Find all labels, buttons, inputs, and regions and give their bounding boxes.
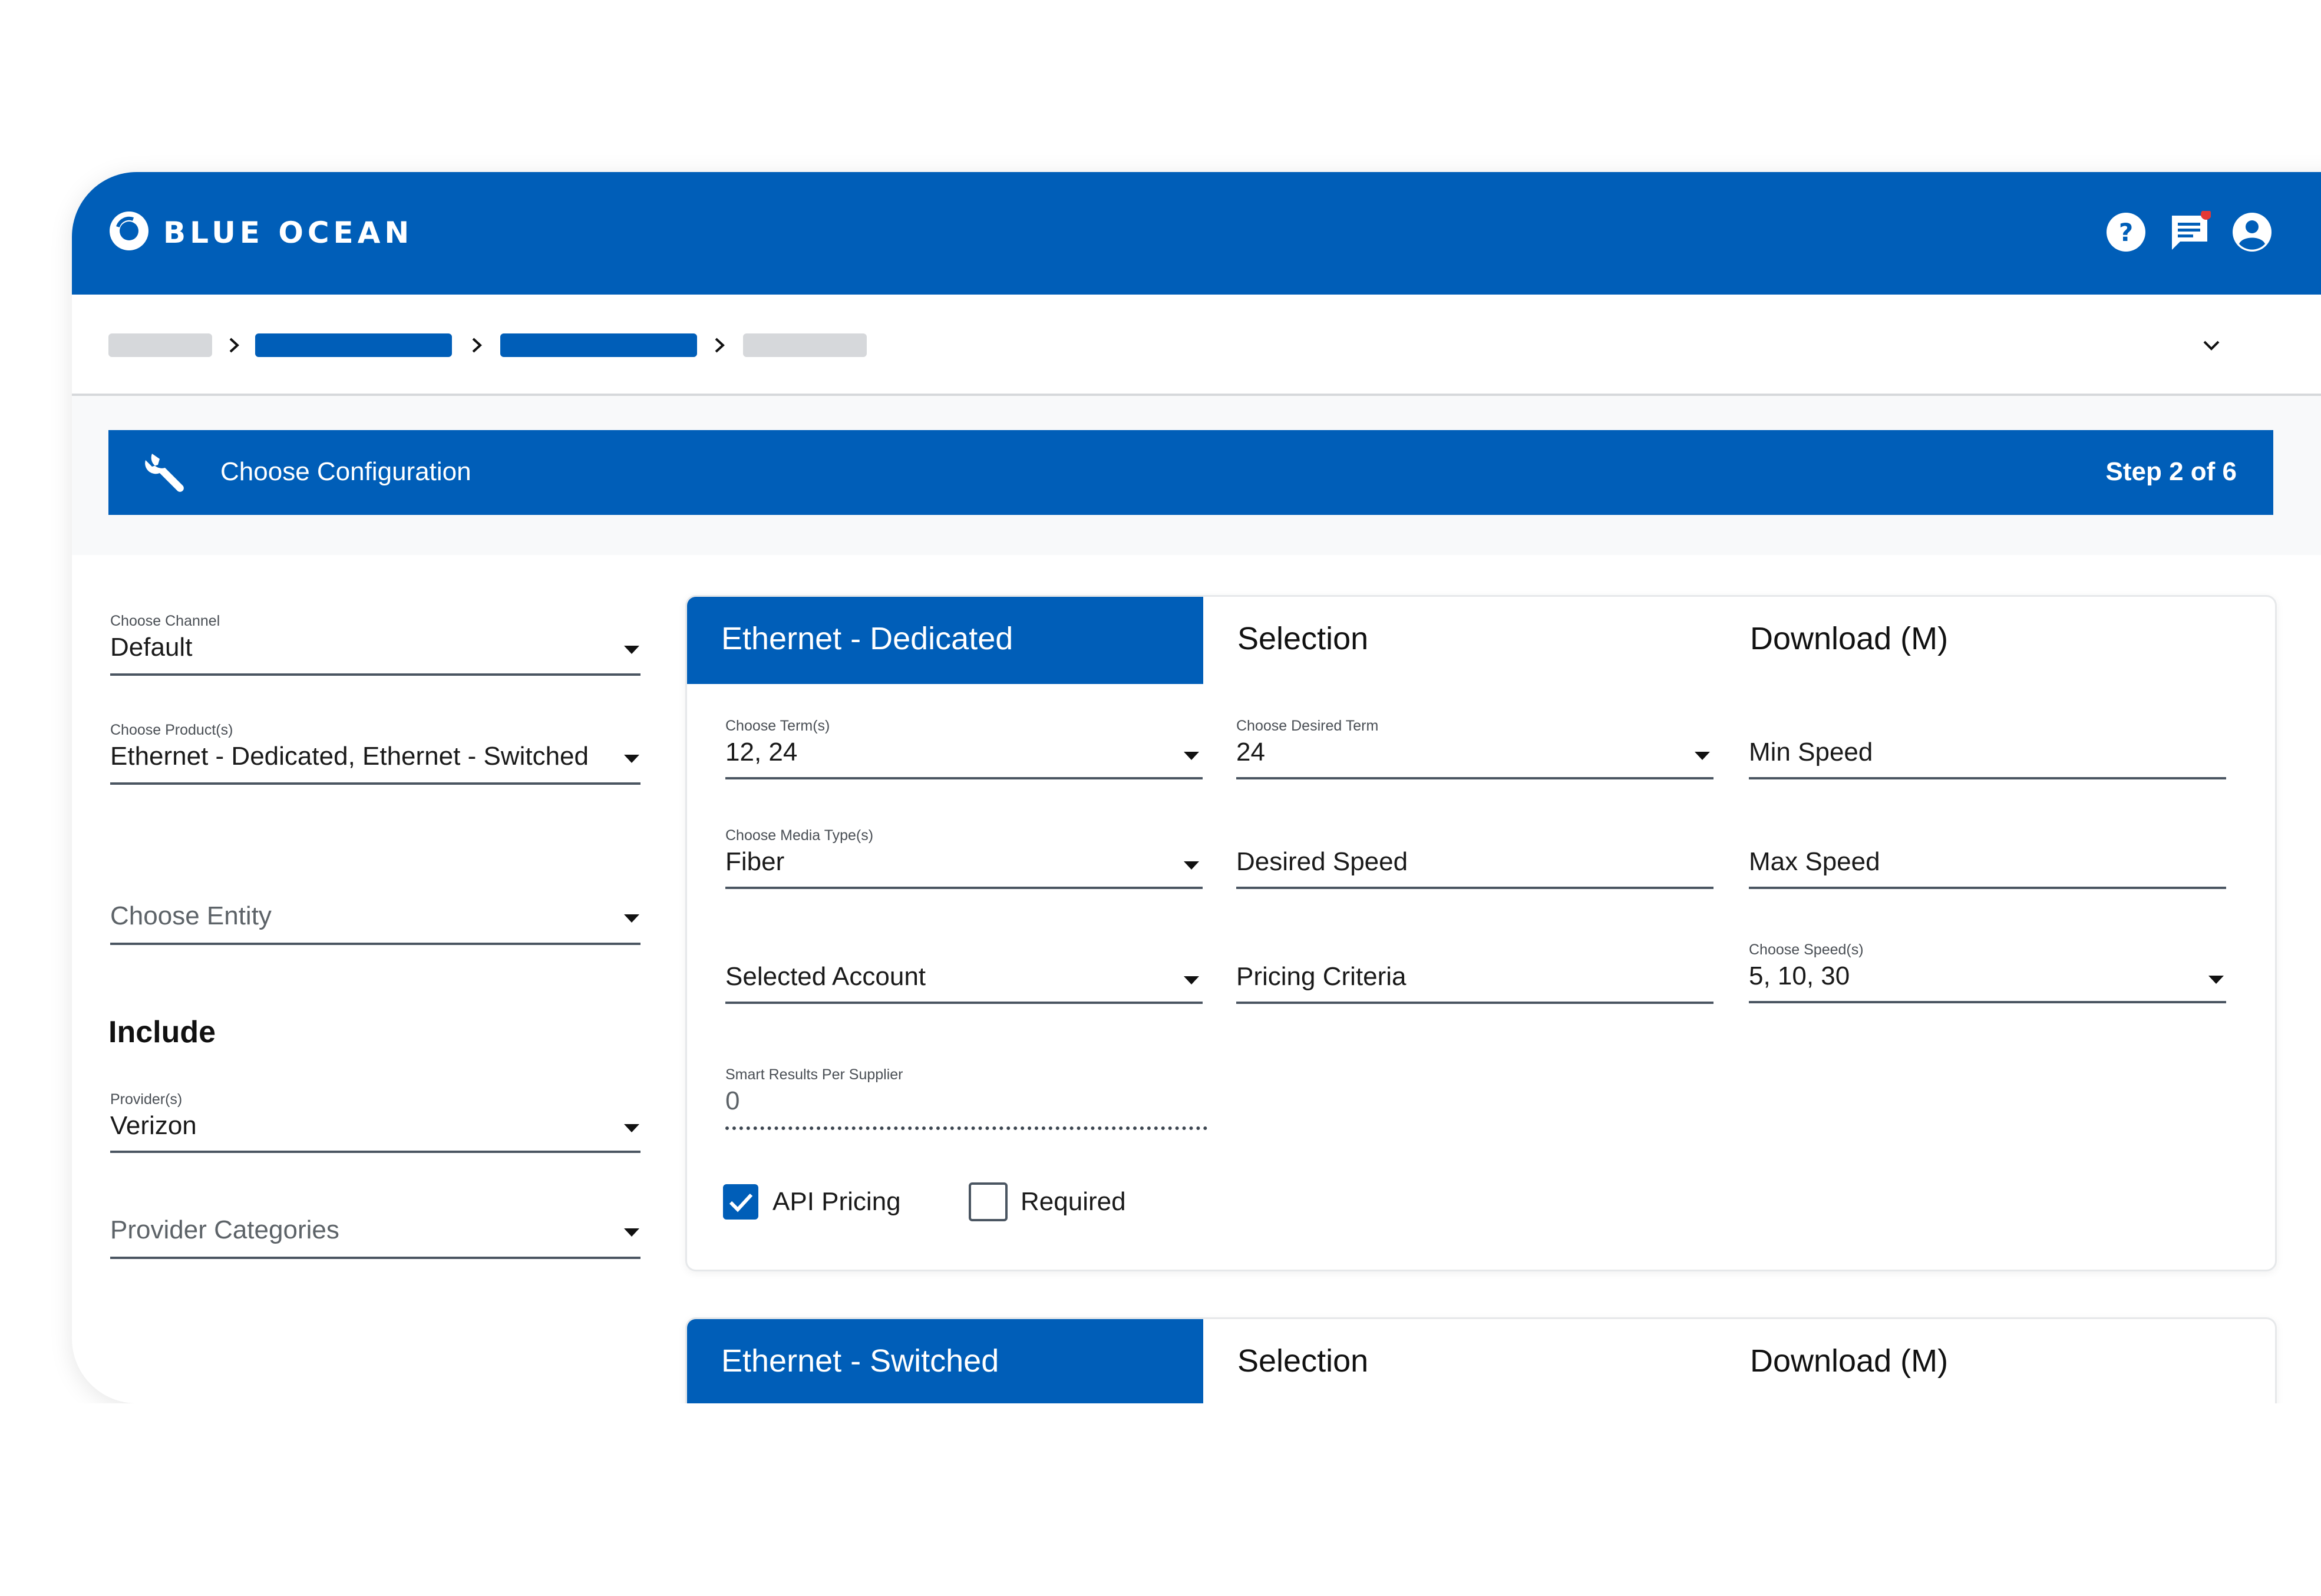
dropdown-caret-icon [624, 755, 639, 763]
desired-term-value: 24 [1236, 738, 1265, 766]
svg-text:?: ? [2119, 218, 2133, 247]
breadcrumb-item[interactable] [500, 333, 697, 357]
dropdown-caret-icon [624, 1124, 639, 1132]
entity-select[interactable]: Choose Entity [110, 901, 640, 949]
account-placeholder: Selected Account [725, 962, 926, 991]
tab-ethernet-dedicated[interactable]: Ethernet - Dedicated [687, 597, 1203, 684]
tab-label: Ethernet - Dedicated [721, 621, 1013, 656]
desired-speed-placeholder: Desired Speed [1236, 847, 1408, 876]
pricing-criteria-field[interactable]: Pricing Criteria [1236, 961, 1713, 1008]
channel-select[interactable]: Choose Channel Default [110, 613, 640, 678]
brand-name: BLUE OCEAN [163, 216, 414, 250]
required-checkbox[interactable] [969, 1182, 1008, 1221]
disabled-underline [725, 1126, 1207, 1130]
api-pricing-checkbox[interactable] [723, 1184, 758, 1220]
desired-speed-field[interactable]: Desired Speed [1236, 846, 1713, 893]
api-pricing-label: API Pricing [772, 1187, 901, 1216]
provider-categories-placeholder: Provider Categories [110, 1215, 339, 1244]
products-label: Choose Product(s) [110, 722, 233, 738]
account-select[interactable]: Selected Account [725, 961, 1203, 1008]
min-speed-placeholder: Min Speed [1749, 738, 1873, 766]
providers-value: Verizon [110, 1111, 197, 1140]
chevron-down-icon[interactable] [2200, 333, 2223, 357]
dropdown-caret-icon [1184, 861, 1199, 870]
selection-heading: Selection [1237, 621, 1369, 656]
media-select[interactable]: Choose Media Type(s) Fiber [725, 827, 1203, 892]
step-title: Choose Configuration [220, 457, 471, 486]
max-speed-placeholder: Max Speed [1749, 847, 1880, 876]
page-background [0, 1403, 2321, 1596]
account-icon[interactable] [2231, 211, 2273, 253]
step-header: Choose Configuration Step 2 of 6 [108, 430, 2273, 515]
media-label: Choose Media Type(s) [725, 827, 874, 844]
terms-select[interactable]: Choose Term(s) 12, 24 [725, 718, 1203, 782]
smart-results-field[interactable]: Smart Results Per Supplier 0 [725, 1066, 1209, 1131]
media-value: Fiber [725, 847, 785, 876]
selection-heading: Selection [1237, 1343, 1369, 1379]
speeds-label: Choose Speed(s) [1749, 941, 1864, 958]
entity-placeholder: Choose Entity [110, 901, 272, 930]
wrench-icon [145, 454, 184, 492]
pricing-criteria-placeholder: Pricing Criteria [1236, 962, 1407, 991]
chevron-right-icon [472, 338, 482, 353]
terms-label: Choose Term(s) [725, 718, 830, 734]
smart-results-label: Smart Results Per Supplier [725, 1066, 903, 1083]
dropdown-caret-icon [624, 646, 639, 654]
required-label: Required [1021, 1187, 1126, 1216]
breadcrumb-item[interactable] [255, 333, 452, 357]
download-heading: Download (M) [1750, 621, 1949, 656]
top-bar: BLUE OCEAN ? [72, 172, 2321, 295]
provider-categories-select[interactable]: Provider Categories [110, 1215, 640, 1263]
chevron-right-icon [715, 338, 725, 353]
include-heading: Include [108, 1015, 216, 1049]
smart-results-value: 0 [725, 1086, 740, 1115]
products-value: Ethernet - Dedicated, Ethernet - Switche… [110, 742, 589, 771]
channel-value: Default [110, 633, 193, 662]
blue-ocean-logo-icon [110, 212, 148, 250]
desired-term-label: Choose Desired Term [1236, 718, 1379, 734]
breadcrumb-item [743, 333, 867, 357]
download-heading: Download (M) [1750, 1343, 1949, 1379]
breadcrumb-item[interactable] [108, 333, 212, 357]
chevron-right-icon [229, 338, 239, 353]
dropdown-caret-icon [624, 1228, 639, 1237]
terms-value: 12, 24 [725, 738, 798, 766]
dropdown-caret-icon [1695, 752, 1710, 760]
dropdown-caret-icon [1184, 752, 1199, 760]
dropdown-caret-icon [624, 914, 639, 923]
messages-icon[interactable] [2168, 211, 2211, 253]
tab-label: Ethernet - Switched [721, 1343, 999, 1379]
dropdown-caret-icon [1184, 976, 1199, 984]
checkmark-icon [729, 1193, 753, 1212]
channel-label: Choose Channel [110, 613, 220, 629]
dropdown-caret-icon [2208, 976, 2224, 984]
help-icon[interactable]: ? [2105, 211, 2147, 253]
providers-select[interactable]: Provider(s) Verizon [110, 1091, 640, 1156]
providers-label: Provider(s) [110, 1091, 183, 1108]
step-counter: Step 2 of 6 [2105, 457, 2237, 486]
products-select[interactable]: Choose Product(s) Ethernet - Dedicated, … [110, 722, 640, 787]
speeds-select[interactable]: Choose Speed(s) 5, 10, 30 [1749, 941, 2226, 1006]
max-speed-field[interactable]: Max Speed [1749, 846, 2226, 893]
desired-term-select[interactable]: Choose Desired Term 24 [1236, 718, 1713, 782]
min-speed-field[interactable]: Min Speed [1749, 736, 2226, 784]
product-config-panel: Ethernet - Dedicated Selection Download … [685, 595, 2277, 1271]
speeds-value: 5, 10, 30 [1749, 961, 1850, 990]
tab-ethernet-switched[interactable]: Ethernet - Switched [687, 1319, 1203, 1406]
